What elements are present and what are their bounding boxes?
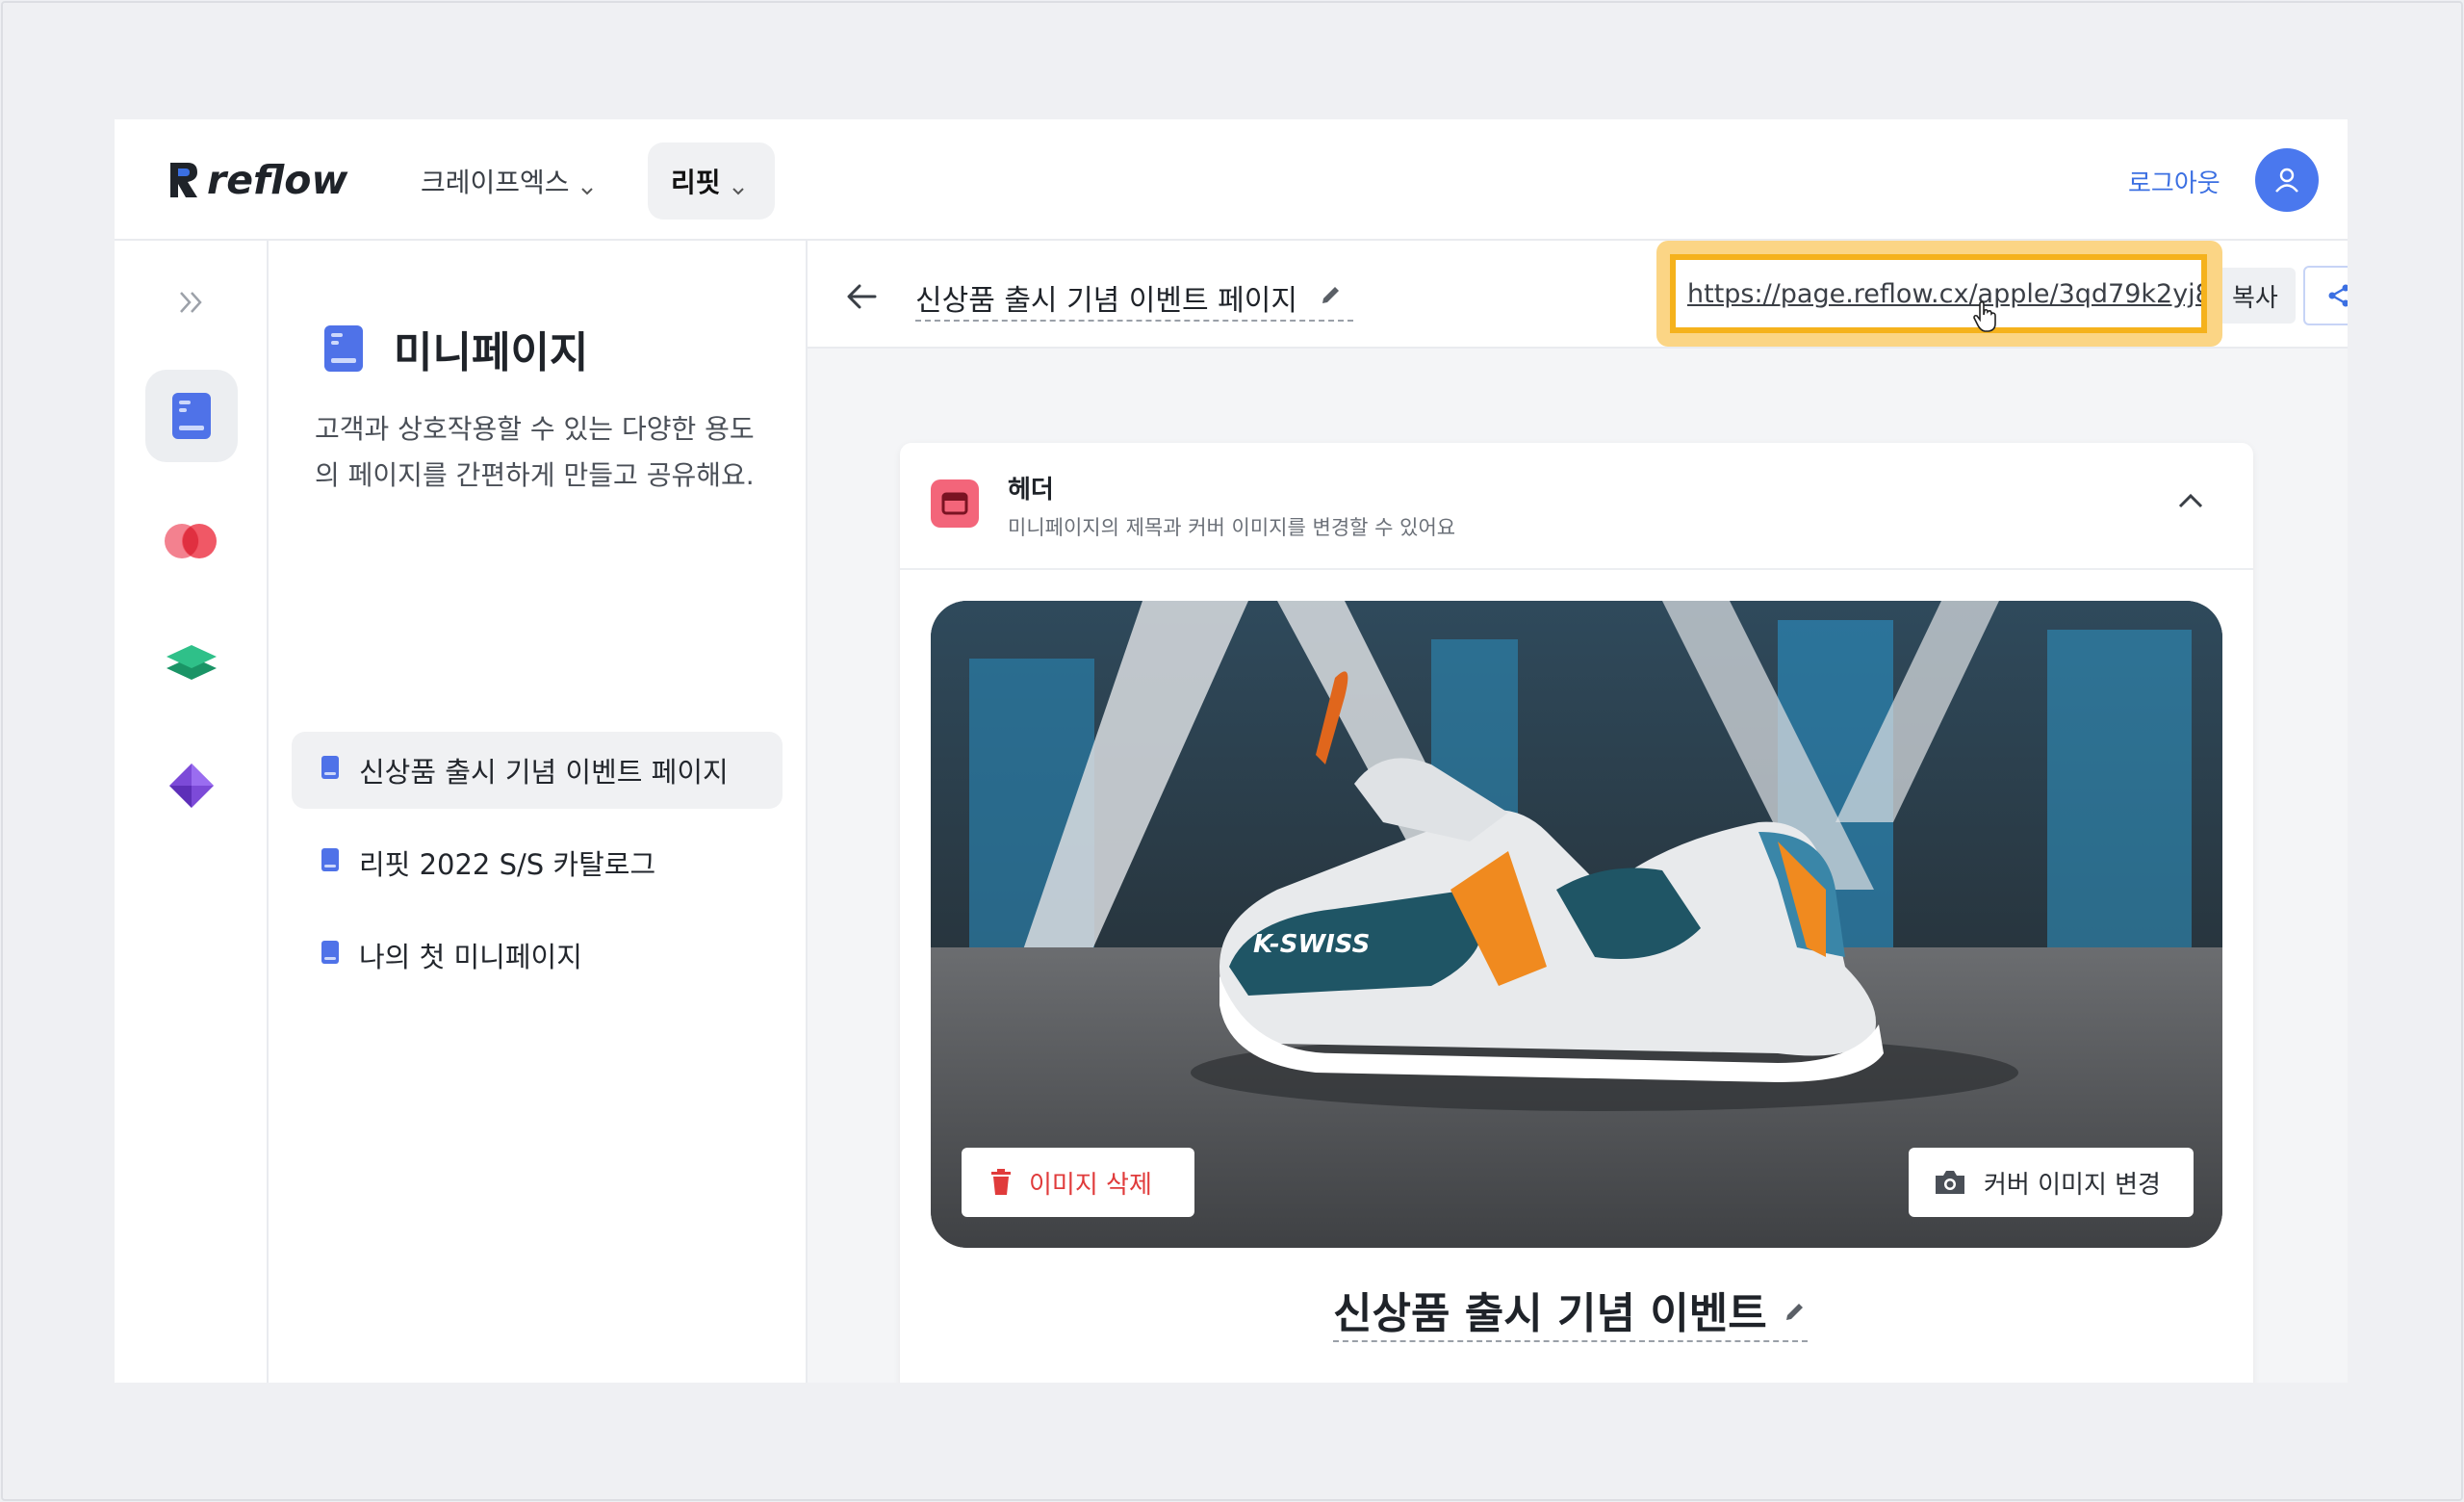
hand-cursor-icon [1972, 300, 2001, 337]
minipage-icon [321, 846, 340, 879]
copy-label: 복사 [2232, 283, 2278, 313]
logout-link[interactable]: 로그아웃 [2128, 164, 2220, 199]
rail-item-catalog[interactable] [145, 495, 238, 587]
pencil-icon [1319, 281, 1344, 315]
user-avatar[interactable] [2255, 148, 2319, 212]
chevron-down-icon [731, 173, 746, 195]
minipage-icon [172, 393, 211, 439]
delete-image-label: 이미지 삭제 [1029, 1170, 1152, 1200]
workspace-menu-refit[interactable]: 리핏 [648, 142, 775, 220]
double-chevron-right-icon [180, 292, 202, 313]
rail-item-layers[interactable] [145, 616, 238, 709]
change-cover-label: 커버 이미지 변경 [1984, 1170, 2161, 1200]
puzzle-icon [169, 764, 214, 808]
icon-rail [115, 241, 269, 1383]
layers-icon [167, 645, 217, 680]
rail-item-integrations[interactable] [145, 739, 238, 832]
reflow-logo-icon [168, 161, 199, 199]
panel-header: 미니페이지 [322, 318, 588, 379]
header-section-icon [931, 479, 979, 528]
list-item-label: 나의 첫 미니페이지 [359, 941, 582, 973]
back-button[interactable] [842, 277, 881, 316]
user-icon [2275, 168, 2298, 193]
arrow-left-icon [847, 284, 877, 309]
change-cover-button[interactable]: 커버 이미지 변경 [1909, 1148, 2194, 1217]
editor-toolbar: 신상품 출시 기념 이벤트 페이지 복사 https://page.reflow… [808, 241, 2348, 349]
minipage-list-panel: 미니페이지 고객과 상호작용할 수 있는 다양한 용도의 페이지를 간편하게 만… [269, 241, 808, 1383]
page-title-editable[interactable]: 신상품 출시 기념 이벤트 페이지 [915, 275, 1353, 322]
event-title-editable[interactable]: 신상품 출시 기념 이벤트 [1333, 1279, 1808, 1342]
collapse-toggle[interactable] [2176, 491, 2205, 514]
copy-url-button[interactable]: 복사 [2215, 268, 2296, 324]
minipage-icon [321, 754, 340, 787]
editor-main: 신상품 출시 기념 이벤트 페이지 복사 https://page.reflow… [808, 241, 2348, 1383]
delete-image-button[interactable]: 이미지 삭제 [962, 1148, 1194, 1217]
workspace-label: 크레이프엑스 [421, 167, 570, 198]
trash-icon [991, 1169, 1011, 1195]
expand-sidebar-button[interactable] [145, 273, 238, 331]
minipage-icon [321, 939, 340, 971]
reflow-logo[interactable]: reflow [168, 156, 347, 204]
page-title: 신상품 출시 기념 이벤트 페이지 [915, 284, 1297, 318]
minipage-icon [324, 325, 363, 372]
rail-item-minipage[interactable] [145, 370, 238, 462]
chevron-down-icon [579, 173, 595, 195]
share-icon [2328, 284, 2348, 307]
panel-title: 미니페이지 [394, 328, 589, 377]
workspace-label: 리핏 [671, 167, 721, 198]
share-button[interactable]: 공유 [2303, 266, 2348, 325]
list-item-label: 신상품 출시 기념 이벤트 페이지 [359, 756, 729, 789]
svg-text:K-SWISS: K-SWISS [1253, 930, 1370, 959]
workspace-menu-crepex[interactable]: 크레이프엑스 [398, 142, 618, 220]
section-header[interactable]: 헤더 미니페이지의 제목과 커버 이미지를 변경할 수 있어요 [900, 443, 2253, 570]
pencil-icon [1783, 1285, 1808, 1334]
list-item[interactable]: 리핏 2022 S/S 카탈로그 [292, 824, 783, 901]
list-item-label: 리핏 2022 S/S 카탈로그 [359, 848, 656, 881]
panel-description: 고객과 상호작용할 수 있는 다양한 용도의 페이지를 간편하게 만들고 공유해… [315, 413, 755, 491]
brand-name: reflow [207, 157, 348, 203]
top-bar: reflow 크레이프엑스 리핏 로그아웃 [115, 119, 2348, 241]
camera-icon [1936, 1171, 1964, 1194]
chevron-up-icon [2178, 493, 2203, 508]
catalog-icon [165, 524, 217, 558]
event-title: 신상품 출시 기념 이벤트 [1333, 1289, 1767, 1338]
header-section-card: 헤더 미니페이지의 제목과 커버 이미지를 변경할 수 있어요 K-SWISS … [900, 443, 2253, 1383]
list-item[interactable]: 신상품 출시 기념 이벤트 페이지 [292, 732, 783, 809]
app-window: reflow 크레이프엑스 리핏 로그아웃 미니페이지 고객과 상호작용할 수 … [115, 119, 2348, 1383]
section-title: 헤더 [1008, 476, 1054, 505]
cover-image: K-SWISS 이미지 삭제 커버 이미지 변경 [931, 601, 2222, 1248]
page-url-link[interactable]: https://page.reflow.cx/apple/3qd79k2yj8 [1670, 254, 2207, 333]
section-subtitle: 미니페이지의 제목과 커버 이미지를 변경할 수 있어요 [1008, 516, 1456, 539]
list-item[interactable]: 나의 첫 미니페이지 [292, 917, 783, 994]
